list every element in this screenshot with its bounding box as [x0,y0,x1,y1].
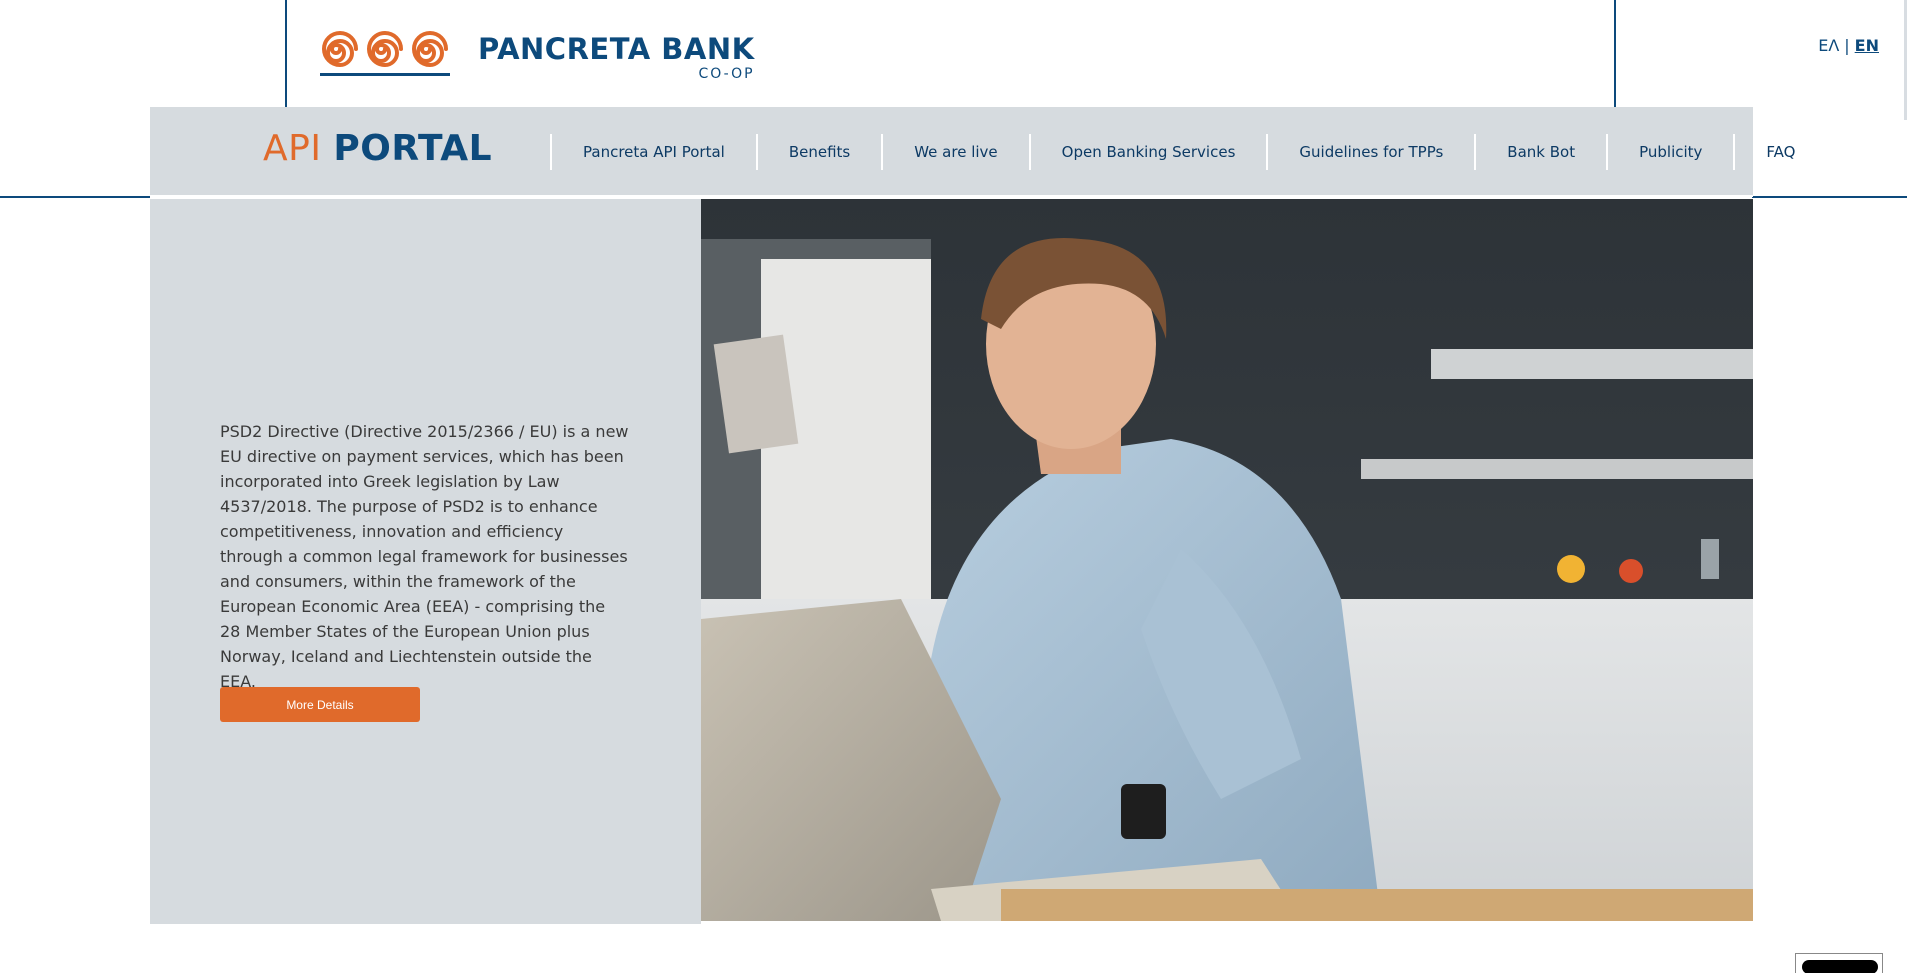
nav-item-we-are-live[interactable]: We are live [881,134,1028,170]
spiral-logo-icon [320,31,450,76]
language-switch: ΕΛ | EN [1818,36,1879,55]
divider-line-right [1752,196,1907,198]
hero-text-panel: PSD2 Directive (Directive 2015/2366 / EU… [150,199,701,924]
portal-word: PORTAL [333,128,493,169]
bottom-widget[interactable] [1795,953,1883,973]
lang-separator: | [1844,36,1850,55]
pancreta-bank-logo[interactable]: PANCRETA BANK CO-OP [318,27,755,83]
nav-menu: Pancreta API Portal Benefits We are live… [550,134,1826,170]
nav-item-faq[interactable]: FAQ [1733,134,1826,170]
bank-name: PANCRETA BANK [478,32,755,66]
divider-line-left [0,196,150,198]
lang-el[interactable]: ΕΛ [1818,36,1839,55]
api-word: API [263,128,322,169]
more-details-button[interactable]: More Details [220,687,420,722]
hero-description: PSD2 Directive (Directive 2015/2366 / EU… [220,422,629,691]
api-portal-title[interactable]: API PORTAL [263,127,492,171]
logo-text: PANCRETA BANK CO-OP [478,33,755,83]
nav-item-open-banking-services[interactable]: Open Banking Services [1028,134,1267,170]
page: PANCRETA BANK CO-OP ΕΛ | EN API PORTAL P… [0,0,1907,973]
hero-photo [701,199,1753,921]
nav-item-benefits[interactable]: Benefits [755,134,881,170]
nav-item-publicity[interactable]: Publicity [1606,134,1733,170]
nav-bar: API PORTAL Pancreta API Portal Benefits … [150,107,1795,197]
hero-photo-illustration [701,199,1753,921]
nav-item-pancreta-api-portal[interactable]: Pancreta API Portal [550,134,756,170]
lang-en[interactable]: EN [1855,36,1879,55]
bank-sub: CO-OP [698,66,755,82]
widget-blob [1802,960,1878,973]
nav-item-guidelines-for-tpps[interactable]: Guidelines for TPPs [1266,134,1474,170]
nav-item-bank-bot[interactable]: Bank Bot [1474,134,1606,170]
